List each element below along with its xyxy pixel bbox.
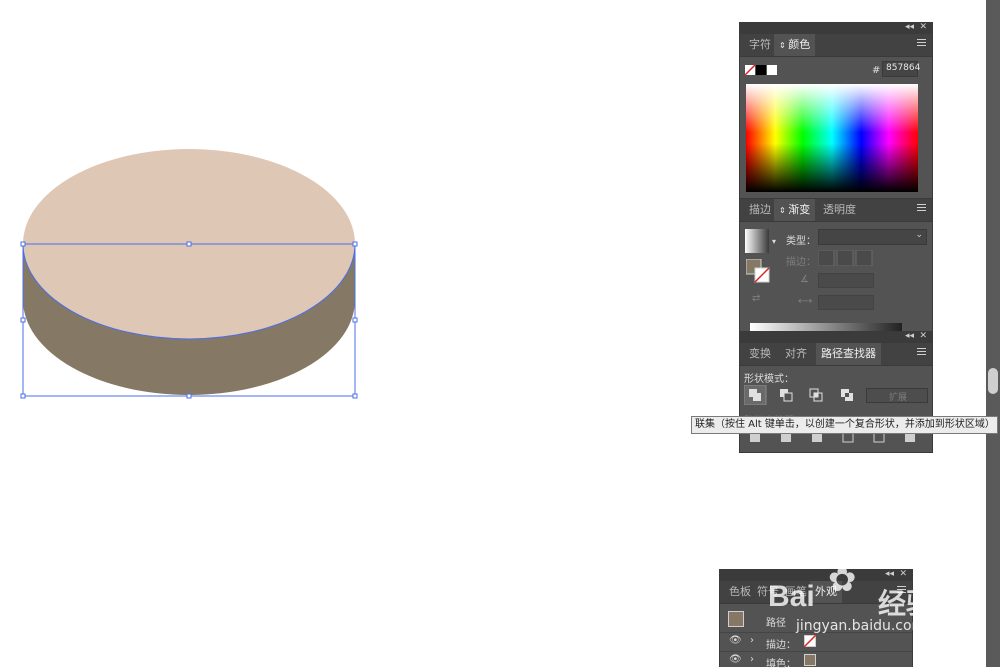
color-swatch-row: [745, 64, 777, 76]
expand-chevron-icon[interactable]: ›: [750, 635, 754, 646]
minus-front-button[interactable]: [780, 389, 793, 402]
hex-value: 857864: [886, 63, 921, 73]
tab-reorder-icon: ⇕: [779, 206, 789, 215]
gradient-type-select[interactable]: ⌄: [818, 229, 927, 245]
color-panel: ◂◂ ✕ 字符 ⇕ 颜色 # 857864: [739, 22, 933, 200]
gradient-type-label: 类型：: [786, 236, 816, 247]
gradient-panel-tabs: 描边 ⇕ 渐变 透明度: [740, 199, 932, 222]
shape-mode-buttons: [744, 385, 853, 405]
stroke-gradient-along-button[interactable]: [836, 250, 854, 266]
object-thumbnail: [728, 611, 744, 627]
hex-input[interactable]: 857864: [882, 61, 921, 77]
pathfinder-panel: ◂◂ ✕ 变换 对齐 路径查找器 形状模式： 扩展 路径查找器：: [739, 331, 933, 453]
tab-transform[interactable]: 变换: [744, 343, 776, 365]
color-panel-tabs: 字符 ⇕ 颜色: [740, 34, 932, 57]
hex-prefix: #: [872, 65, 881, 76]
tab-stroke[interactable]: 描边: [744, 199, 776, 221]
watermark-brand-2: 经验: [878, 587, 935, 620]
close-icon[interactable]: ✕: [919, 22, 927, 33]
panel-titlebar[interactable]: ◂◂ ✕: [740, 331, 932, 343]
tab-color[interactable]: ⇕ 颜色: [774, 34, 816, 56]
tab-character[interactable]: 字符: [744, 34, 776, 56]
collapse-icon[interactable]: ◂◂: [905, 331, 914, 342]
collapse-icon[interactable]: ◂◂: [905, 22, 914, 33]
visibility-eye-icon[interactable]: 👁: [729, 635, 742, 646]
panel-menu-icon[interactable]: [917, 204, 926, 212]
gradient-stroke-label: 描边：: [786, 257, 816, 268]
visibility-eye-icon[interactable]: 👁: [729, 654, 742, 665]
baidu-watermark: Bai ✿ 经验 jingyan.baidu.com: [760, 560, 980, 640]
tab-align[interactable]: 对齐: [780, 343, 812, 365]
angle-icon: ∡: [800, 274, 809, 285]
panel-menu-icon[interactable]: [917, 348, 926, 356]
close-icon[interactable]: ✕: [919, 331, 927, 342]
appearance-row-fill[interactable]: 👁 › 填色：: [720, 651, 912, 670]
stroke-gradient-within-button[interactable]: [818, 250, 835, 266]
unite-button[interactable]: [744, 385, 767, 405]
shape-modes-label: 形状模式：: [744, 374, 794, 385]
intersect-button[interactable]: [809, 388, 823, 402]
paw-icon: ✿: [828, 560, 857, 600]
expand-chevron-icon[interactable]: ›: [750, 654, 754, 665]
panel-titlebar[interactable]: ◂◂ ✕: [740, 22, 932, 34]
gradient-swatch[interactable]: [745, 229, 769, 253]
aspect-ratio-input[interactable]: [818, 295, 874, 310]
watermark-brand: Bai: [768, 580, 815, 613]
color-spectrum[interactable]: [746, 84, 918, 192]
stroke-gradient-buttons: [818, 250, 873, 266]
unite-tooltip: 联集（按住 Alt 键单击，以创建一个复合形状，并添加到形状区域）: [691, 416, 998, 434]
fill-swatch-icon[interactable]: [804, 654, 816, 666]
black-swatch[interactable]: [756, 65, 766, 75]
vertical-scrollbar[interactable]: [986, 0, 1000, 667]
stroke-gradient-across-button[interactable]: [855, 250, 873, 266]
exclude-button[interactable]: [841, 389, 853, 401]
gradient-panel: 描边 ⇕ 渐变 透明度 ▾ 类型： ⌄ 描边： ∡ ⟷ ⇄: [739, 198, 933, 338]
scrollbar-thumb[interactable]: [988, 368, 998, 394]
tab-transparency[interactable]: 透明度: [818, 199, 861, 221]
fill-stroke-swatches[interactable]: [746, 259, 772, 285]
fill-row-label: 填色：: [766, 659, 796, 670]
angle-input[interactable]: [818, 273, 874, 288]
none-swatch-icon[interactable]: [745, 64, 756, 76]
white-swatch[interactable]: [767, 65, 777, 75]
reverse-gradient-icon[interactable]: ⇄: [752, 293, 760, 304]
panel-menu-icon[interactable]: [917, 39, 926, 47]
tab-color-label: 颜色: [788, 38, 811, 51]
chevron-down-icon: ⌄: [915, 230, 923, 240]
expand-button-label: 扩展: [889, 393, 908, 403]
aspect-ratio-icon: ⟷: [798, 296, 813, 307]
expand-button[interactable]: 扩展: [866, 388, 928, 403]
tab-gradient-label: 渐变: [788, 203, 811, 216]
pathfinder-panel-tabs: 变换 对齐 路径查找器: [740, 343, 932, 366]
watermark-url: jingyan.baidu.com: [796, 618, 926, 634]
tab-pathfinder[interactable]: 路径查找器: [816, 343, 881, 365]
tab-reorder-icon: ⇕: [779, 41, 789, 50]
gradient-dropdown-icon[interactable]: ▾: [772, 237, 776, 246]
tab-gradient[interactable]: ⇕ 渐变: [774, 199, 816, 221]
